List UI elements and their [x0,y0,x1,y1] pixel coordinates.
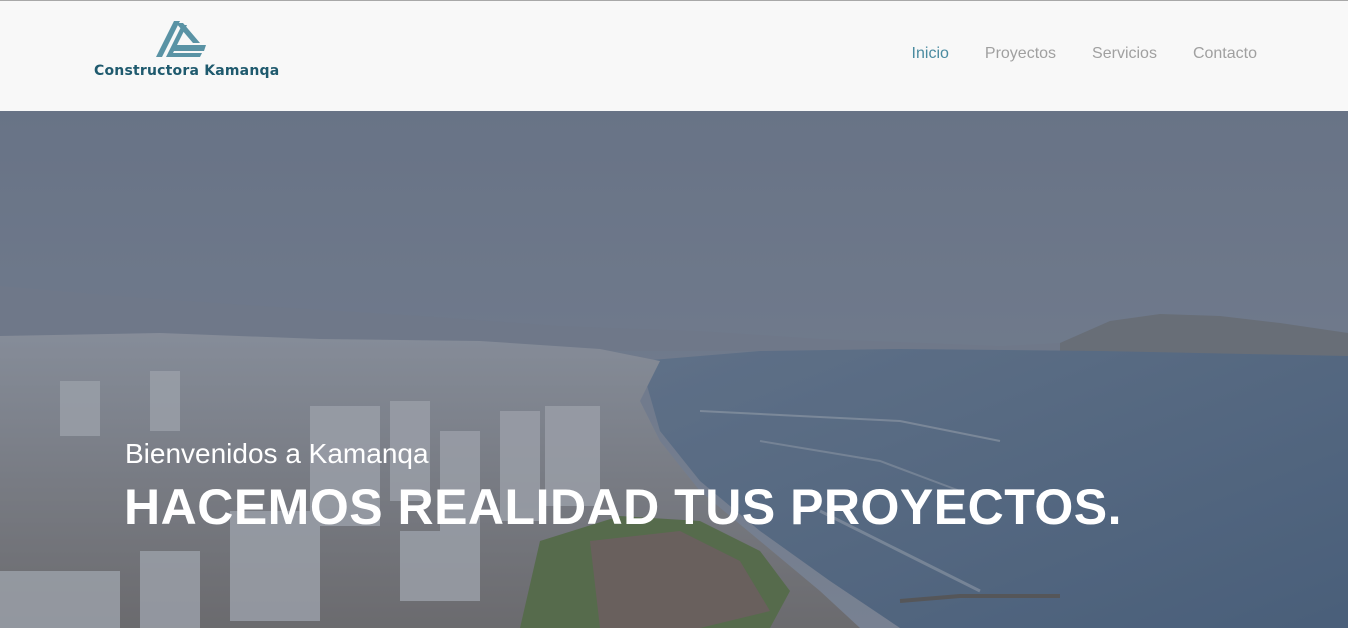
hero-banner: Bienvenidos a Kamanqa HACEMOS REALIDAD T… [0,111,1348,628]
site-header: Constructora Kamanqa Inicio Proyectos Se… [0,1,1348,111]
nav-link-contacto[interactable]: Contacto [1193,45,1257,63]
brand-logo[interactable]: Constructora Kamanqa [94,21,279,81]
nav-link-proyectos[interactable]: Proyectos [985,45,1056,63]
brand-name: Constructora Kamanqa [94,63,280,79]
nav-link-inicio[interactable]: Inicio [912,45,949,63]
hero-title: HACEMOS REALIDAD TUS PROYECTOS. [124,479,1122,535]
main-nav: Inicio Proyectos Servicios Contacto [912,45,1257,63]
kamanqa-stripes-icon [156,21,206,57]
hero-subtitle: Bienvenidos a Kamanqa [125,438,429,469]
nav-link-servicios[interactable]: Servicios [1092,45,1157,63]
hero-overlay [0,111,1348,628]
